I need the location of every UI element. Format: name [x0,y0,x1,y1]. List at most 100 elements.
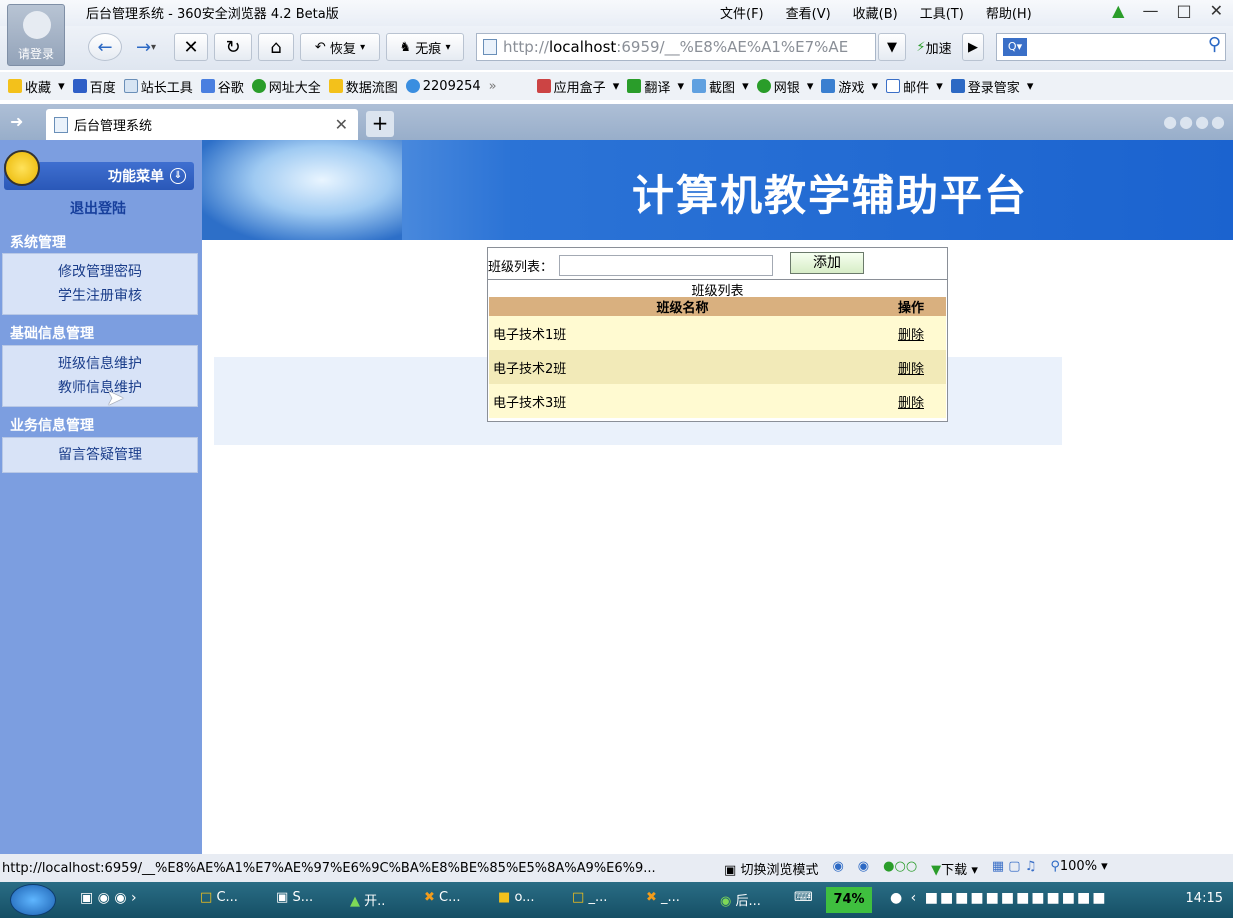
ie-icon [405,79,420,93]
app-icon: ✖ [424,890,435,905]
bookmark-url-directory[interactable]: 网址大全 [251,77,321,96]
key-icon [950,79,965,93]
google-icon [200,79,215,93]
accelerate-button[interactable]: ⚡ 加速 [908,33,960,61]
group-title-system[interactable]: 系统管理 [10,232,66,252]
toggle-icon[interactable]: ●○○ [883,859,917,878]
bookmark-favorites[interactable]: 收藏 ▾ [8,77,65,96]
menu-view[interactable]: 查看(V) [786,3,831,22]
zoom-control[interactable]: ⚲100% ▾ [1050,859,1107,878]
bookmark-baidu[interactable]: 百度 [72,77,116,96]
taskbar-item-c[interactable]: ✖ C... [424,890,461,905]
tab-admin-system[interactable]: 后台管理系统 ✕ [46,109,358,140]
bookmark-google[interactable]: 谷歌 [200,77,244,96]
system-tray-icons[interactable]: ● ‹ ■■■■■■■■■■■■ [890,890,1107,906]
avatar-head-icon [23,11,51,39]
bookmark-data-flow[interactable]: 数据流图 [328,77,398,96]
menu-favorites[interactable]: 收藏(B) [853,3,898,22]
security-icon[interactable]: ◉ [858,859,869,878]
group-title-basic-info[interactable]: 基础信息管理 [10,323,94,343]
menu-help[interactable]: 帮助(H) [986,3,1032,22]
minimize-icon[interactable]: — [1142,1,1158,20]
taskbar-item-open[interactable]: ▲ 开.. [350,890,385,909]
new-tab-button[interactable]: + [366,111,394,137]
extension-icons[interactable]: ▦ ▢ ♫ [992,859,1036,878]
address-dropdown-button[interactable]: ▼ [878,33,906,61]
group-title-business-info[interactable]: 业务信息管理 [10,415,94,435]
page-scrollbar[interactable] [1216,240,1233,854]
maximize-icon[interactable]: □ [1176,1,1191,20]
bookmark-2209254[interactable]: 2209254 [405,79,481,94]
stop-button[interactable]: ✕ [174,33,208,61]
bookmarks-overflow[interactable]: » [489,79,497,94]
delete-link[interactable]: 删除 [898,362,924,377]
action-cell: 删除 [876,316,946,350]
go-button[interactable]: ▶ [962,33,984,61]
ie-mode-icon[interactable]: ◉ [832,859,843,878]
user-avatar[interactable]: 请登录 [7,4,65,66]
status-url: http://localhost:6959/__%E8%AE%A1%E7%AE%… [2,860,656,876]
close-icon[interactable]: ✕ [1210,1,1223,20]
search-icon[interactable]: ⚲ [1208,34,1221,55]
column-header-action: 操作 [876,297,946,316]
sidebar-item-student-review[interactable]: 学生注册审核 [3,284,197,308]
tab-scroll-icons[interactable]: ●●●● [1163,112,1227,131]
sidebar-item-message-qa[interactable]: 留言答疑管理 [3,443,197,467]
bookmark-games[interactable]: 游戏 ▾ [821,77,878,96]
download-button[interactable]: ▼下载 ▾ [931,859,978,878]
taskbar-item-folder[interactable]: □ _... [572,890,607,905]
taskbar-item-folder-c[interactable]: □ C... [200,890,238,905]
class-list-panel: 班级列表： 添加 班级列表 班级名称 操作 电子技术1班 删除 电子技术2班 删… [487,247,948,422]
bookmark-online-banking[interactable]: 网银 ▾ [756,77,813,96]
shield-icon [756,79,771,93]
taskbar-item-o[interactable]: ■ o... [498,890,535,905]
lightning-icon: ⚡ [916,39,926,55]
mouse-cursor-icon: ➤ [106,386,125,411]
add-button[interactable]: 添加 [790,252,864,274]
forward-button[interactable]: → ▾ [126,33,166,61]
bookmark-translate[interactable]: 翻译 ▾ [627,77,684,96]
bookmark-webmaster-tools[interactable]: 站长工具 [123,77,193,96]
refresh-button[interactable]: ↻ [214,33,252,61]
taskbar-item-s[interactable]: ▣ S... [276,890,313,905]
search-engine-icon[interactable]: Q▾ [1003,38,1027,56]
bookmark-login-manager[interactable]: 登录管家 ▾ [950,77,1033,96]
search-input[interactable]: Q▾ ⚲ [996,33,1226,61]
class-name-input[interactable] [559,254,774,276]
bookmark-app-box[interactable]: 应用盒子 ▾ [536,77,619,96]
keyboard-icon[interactable]: ⌨ [794,890,813,905]
sidebar-item-change-password[interactable]: 修改管理密码 [3,260,197,284]
quick-launch-icons[interactable]: ▣ ◉ ◉ › [80,890,137,906]
sidebar-item-class-info[interactable]: 班级信息维护 [3,352,197,376]
menu-tools[interactable]: 工具(T) [920,3,964,22]
home-button[interactable]: ⌂ [258,33,294,61]
private-mode-button[interactable]: ♞ 无痕 ▾ [386,33,464,61]
collapse-icon[interactable]: ⇓ [170,168,186,184]
battery-indicator[interactable]: 74% [826,887,872,913]
switch-mode-button[interactable]: ▣ 切换浏览模式 [724,859,818,878]
sidebar-item-teacher-info[interactable]: 教师信息维护 [3,376,197,400]
bookmark-mail[interactable]: 邮件 ▾ [886,77,943,96]
menu-file[interactable]: 文件(F) [720,3,764,22]
taskbar-item-browser[interactable]: ◉ 后... [720,890,761,909]
class-list-table: 班级名称 操作 电子技术1班 删除 电子技术2班 删除 电子技术3班 删除 [489,297,946,418]
address-bar[interactable]: http://localhost:6959/__%E8%AE%A1%E7%AE [476,33,876,61]
close-tab-icon[interactable]: ✕ [335,115,348,134]
sidebar-toggle-icon[interactable]: ➜ [10,112,23,131]
delete-link[interactable]: 删除 [898,328,924,343]
delete-link[interactable]: 删除 [898,396,924,411]
folder-icon: □ [200,890,213,905]
logout-link[interactable]: 退出登陆 [0,198,196,218]
bookmark-screenshot[interactable]: 截图 ▾ [692,77,749,96]
restore-button[interactable]: ↶ 恢复 ▾ [300,33,380,61]
back-button[interactable]: ← [88,33,122,61]
window-controls: ▲ — □ ✕ [1112,1,1223,20]
window-icon: ▣ [724,862,737,878]
window-titlebar: 后台管理系统 - 360安全浏览器 4.2 Beta版 文件(F) 查看(V) … [0,0,1233,26]
skin-icon[interactable]: ▲ [1112,1,1124,20]
start-button[interactable] [10,884,56,916]
action-cell: 删除 [876,350,946,384]
taskbar-item-tool[interactable]: ✖ _... [646,890,680,905]
incognito-icon: ♞ [399,39,412,55]
add-class-row: 班级列表： [488,252,774,278]
